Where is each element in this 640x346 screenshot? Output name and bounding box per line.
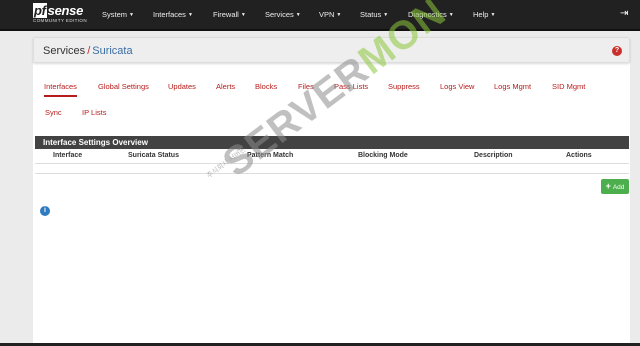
menu-firewall-label: Firewall: [213, 10, 239, 19]
column-header-pattern-match: Pattern Match: [247, 152, 294, 159]
menu-interfaces[interactable]: Interfaces ▼: [153, 10, 193, 19]
caret-down-icon: ▼: [490, 12, 496, 18]
caret-down-icon: ▼: [336, 12, 342, 18]
tab-logs-mgmt[interactable]: Logs Mgmt: [494, 82, 531, 91]
add-interface-button[interactable]: + Add: [601, 179, 629, 194]
caret-down-icon: ▼: [383, 12, 389, 18]
menu-firewall[interactable]: Firewall ▼: [213, 10, 246, 19]
breadcrumb: Services / Suricata ?: [33, 37, 630, 63]
tab-interfaces[interactable]: Interfaces: [44, 82, 77, 97]
table-row-empty: [35, 164, 629, 174]
caret-down-icon: ▼: [240, 12, 246, 18]
tab-logs-view[interactable]: Logs View: [440, 82, 474, 91]
logout-icon[interactable]: ⇥: [620, 8, 628, 19]
menu-help-label: Help: [473, 10, 489, 19]
help-icon[interactable]: ?: [612, 46, 622, 56]
column-header-suricata-status: Suricata Status: [128, 152, 179, 159]
menu-help[interactable]: Help ▼: [473, 10, 495, 19]
panel-heading: Interface Settings Overview: [35, 136, 629, 149]
caret-down-icon: ▼: [295, 12, 301, 18]
menu-vpn[interactable]: VPN ▼: [319, 10, 341, 19]
column-header-actions: Actions: [566, 152, 592, 159]
plus-icon: +: [605, 181, 611, 191]
main-content: Services / Suricata ? Interfaces Global Se…: [33, 37, 630, 343]
menu-vpn-label: VPN: [319, 10, 335, 19]
tab-files[interactable]: Files: [298, 82, 314, 91]
interface-settings-panel: Interface Settings Overview Interface Su…: [35, 136, 629, 174]
menu-services-label: Services: [265, 10, 294, 19]
menu-system-label: System: [102, 10, 128, 19]
caret-down-icon: ▼: [187, 12, 193, 18]
breadcrumb-section[interactable]: Services: [43, 45, 85, 57]
logo-pf: pf: [33, 3, 47, 18]
column-header-blocking-mode: Blocking Mode: [358, 152, 408, 159]
menu-interfaces-label: Interfaces: [153, 10, 186, 19]
breadcrumb-page[interactable]: Suricata: [92, 45, 132, 57]
panel-title: Interface Settings Overview: [43, 138, 148, 147]
caret-down-icon: ▼: [129, 12, 134, 18]
add-button-label: Add: [612, 184, 625, 191]
tab-blocks[interactable]: Blocks: [255, 82, 277, 91]
tab-ip-lists[interactable]: IP Lists: [82, 108, 106, 117]
tab-pass-lists[interactable]: Pass Lists: [334, 82, 368, 91]
menu-diagnostics[interactable]: Diagnostics ▼: [408, 10, 454, 19]
info-icon[interactable]: i: [40, 206, 50, 216]
column-header-interface: Interface: [53, 152, 83, 159]
menu-status-label: Status: [360, 10, 382, 19]
tab-global-settings[interactable]: Global Settings: [98, 82, 149, 91]
column-header-description: Description: [474, 152, 513, 159]
menu-diagnostics-label: Diagnostics: [408, 10, 447, 19]
tab-sid-mgmt[interactable]: SID Mgmt: [552, 82, 585, 91]
pfsense-logo[interactable]: pf sense COMMUNITY EDITION: [33, 3, 87, 23]
tab-suppress[interactable]: Suppress: [388, 82, 420, 91]
tab-alerts[interactable]: Alerts: [216, 82, 235, 91]
top-navbar: pf sense COMMUNITY EDITION System ▼ Interf…: [0, 0, 640, 31]
menu-status[interactable]: Status ▼: [360, 10, 388, 19]
logo-edition: COMMUNITY EDITION: [33, 18, 87, 23]
tab-sync[interactable]: Sync: [45, 108, 62, 117]
menu-system[interactable]: System ▼: [102, 10, 134, 19]
caret-down-icon: ▼: [448, 12, 454, 18]
logo-brand: sense: [47, 3, 84, 18]
breadcrumb-separator: /: [87, 45, 91, 57]
menu-services[interactable]: Services ▼: [265, 10, 301, 19]
tab-updates[interactable]: Updates: [168, 82, 196, 91]
